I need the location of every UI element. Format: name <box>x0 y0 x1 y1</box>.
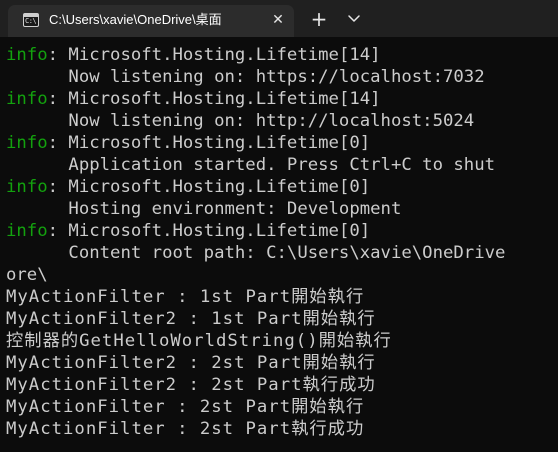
tab-command-prompt[interactable]: C:\ C:\Users\xavie\OneDrive\桌面 ✕ <box>8 5 294 37</box>
log-level-label: info <box>6 221 48 241</box>
console-line: Now listening on: https://localhost:7032 <box>6 66 505 88</box>
console-line: info: Microsoft.Hosting.Lifetime[14] <box>6 88 505 110</box>
console-line: MyActionFilter : 1st Part開始執行 <box>6 286 505 308</box>
console-line: MyActionFilter : 2st Part執行成功 <box>6 418 505 440</box>
log-message: Now listening on: https://localhost:7032 <box>6 67 485 87</box>
log-level-label: info <box>6 89 48 109</box>
tab-title: C:\Users\xavie\OneDrive\桌面 <box>49 12 222 27</box>
console-line: 控制器的GetHelloWorldString()開始執行 <box>6 330 505 352</box>
log-message: MyActionFilter : 1st Part開始執行 <box>6 287 365 307</box>
log-message: : Microsoft.Hosting.Lifetime[14] <box>47 89 381 109</box>
console-line: MyActionFilter2 : 1st Part開始執行 <box>6 308 505 330</box>
log-level-label: info <box>6 133 48 153</box>
terminal-icon-glyph: C:\ <box>25 17 37 25</box>
log-message: Hosting environment: Development <box>6 199 402 219</box>
tab-bar: C:\ C:\Users\xavie\OneDrive\桌面 ✕ + <box>0 0 558 37</box>
log-message: : Microsoft.Hosting.Lifetime[0] <box>47 221 371 241</box>
log-message: MyActionFilter2 : 2st Part開始執行 <box>6 353 376 373</box>
console-line: MyActionFilter2 : 2st Part執行成功 <box>6 374 505 396</box>
console-line: MyActionFilter : 2st Part開始執行 <box>6 396 505 418</box>
new-tab-button[interactable]: + <box>308 8 330 30</box>
log-message: 控制器的GetHelloWorldString()開始執行 <box>6 331 392 351</box>
chevron-down-icon[interactable] <box>344 10 364 28</box>
console-output[interactable]: info: Microsoft.Hosting.Lifetime[14] Now… <box>0 37 558 452</box>
log-message: : Microsoft.Hosting.Lifetime[0] <box>47 177 371 197</box>
console-line: MyActionFilter2 : 2st Part開始執行 <box>6 352 505 374</box>
terminal-window: C:\ C:\Users\xavie\OneDrive\桌面 ✕ + info:… <box>0 0 558 452</box>
console-line: ore\ <box>6 264 505 286</box>
log-level-label: info <box>6 177 48 197</box>
log-message: MyActionFilter : 2st Part開始執行 <box>6 397 365 417</box>
log-message: Content root path: C:\Users\xavie\OneDri… <box>6 243 506 263</box>
console-line: info: Microsoft.Hosting.Lifetime[0] <box>6 132 505 154</box>
log-message: : Microsoft.Hosting.Lifetime[0] <box>47 133 371 153</box>
console-line: info: Microsoft.Hosting.Lifetime[14] <box>6 44 505 66</box>
terminal-icon: C:\ <box>23 13 39 27</box>
close-tab-button[interactable]: ✕ <box>270 11 286 29</box>
console-line: info: Microsoft.Hosting.Lifetime[0] <box>6 220 505 242</box>
log-message: MyActionFilter : 2st Part執行成功 <box>6 419 365 439</box>
log-message: ore\ <box>6 265 48 285</box>
log-level-label: info <box>6 45 48 65</box>
console-line: Content root path: C:\Users\xavie\OneDri… <box>6 242 505 264</box>
console-line: Hosting environment: Development <box>6 198 505 220</box>
log-message: MyActionFilter2 : 2st Part執行成功 <box>6 375 376 395</box>
console-line: Now listening on: http://localhost:5024 <box>6 110 505 132</box>
console-line: info: Microsoft.Hosting.Lifetime[0] <box>6 176 505 198</box>
console-lines: info: Microsoft.Hosting.Lifetime[14] Now… <box>6 44 505 440</box>
log-message: : Microsoft.Hosting.Lifetime[14] <box>47 45 381 65</box>
log-message: MyActionFilter2 : 1st Part開始執行 <box>6 309 376 329</box>
log-message: Application started. Press Ctrl+C to shu… <box>6 155 495 175</box>
console-line: Application started. Press Ctrl+C to shu… <box>6 154 505 176</box>
log-message: Now listening on: http://localhost:5024 <box>6 111 475 131</box>
